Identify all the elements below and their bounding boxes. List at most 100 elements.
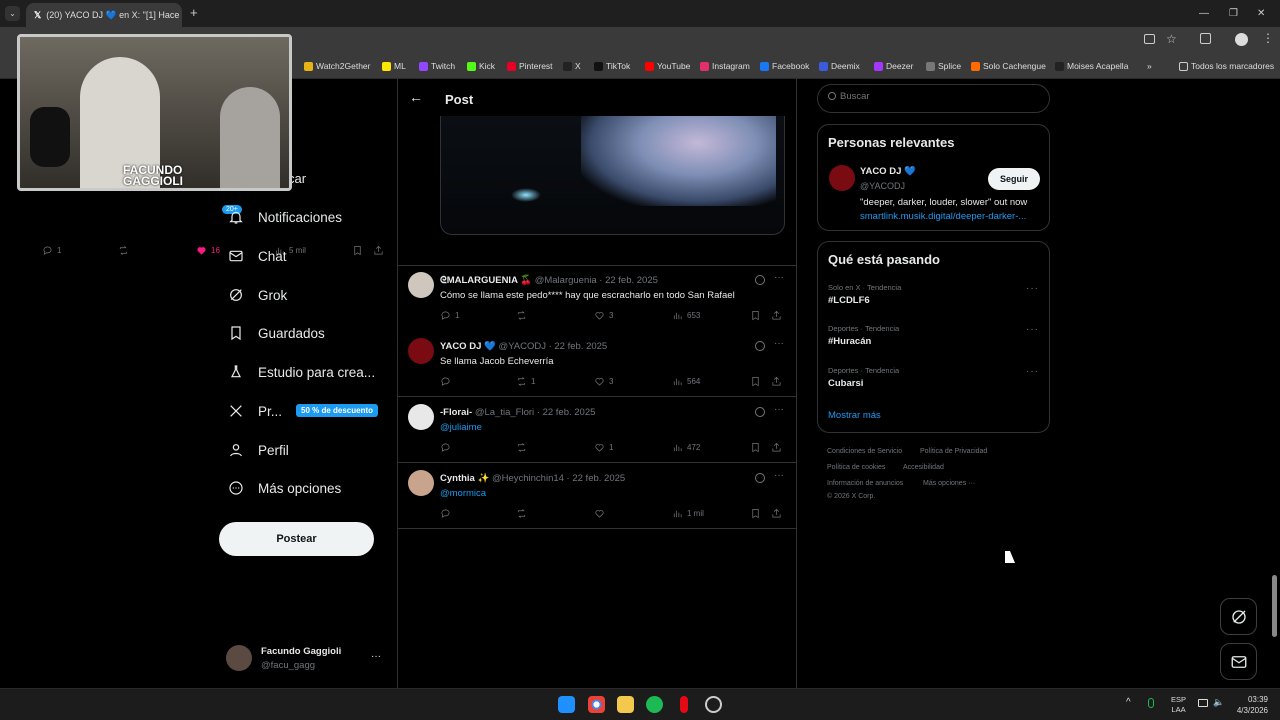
- tweet-more-icon[interactable]: ···: [774, 470, 784, 481]
- menu-icon[interactable]: ⋮: [1262, 31, 1274, 45]
- grok-float-button[interactable]: [1220, 598, 1257, 635]
- tweet-text[interactable]: @juliaime: [440, 422, 482, 433]
- bookmark-ml[interactable]: ML: [382, 61, 406, 71]
- post-media-image[interactable]: [440, 116, 785, 235]
- tweet[interactable]: ᘓMALARGUENIA 🍒 @Malarguenia · 22 feb. 20…: [398, 272, 796, 332]
- all-bookmarks[interactable]: Todos los marcadores: [1179, 61, 1274, 71]
- spotify-icon[interactable]: [646, 696, 663, 713]
- grok-explain-icon[interactable]: [755, 341, 765, 351]
- app-icon[interactable]: [705, 696, 722, 713]
- account-more-icon[interactable]: ···: [371, 651, 381, 662]
- tweet-more-icon[interactable]: ···: [774, 338, 784, 349]
- messages-float-button[interactable]: [1220, 643, 1257, 680]
- account-switcher[interactable]: Facundo Gaggioli @facu_gagg ···: [226, 645, 386, 673]
- chrome-icon[interactable]: [588, 696, 605, 713]
- grok-explain-icon[interactable]: [755, 407, 765, 417]
- footer-link[interactable]: Política de Privacidad: [920, 448, 987, 455]
- bookmark-button[interactable]: [750, 508, 761, 519]
- views-button[interactable]: 472: [672, 442, 700, 453]
- retweet-button[interactable]: 1: [516, 376, 535, 387]
- sidebar-item-grok[interactable]: Grok: [228, 287, 287, 303]
- footer-link[interactable]: Más opciones ···: [923, 480, 975, 487]
- install-icon[interactable]: [1144, 34, 1155, 44]
- retweet-button[interactable]: [516, 442, 531, 453]
- bookmark-deemix[interactable]: Deemix: [819, 61, 860, 71]
- footer-link[interactable]: Accesibilidad: [903, 464, 944, 471]
- tweet[interactable]: Cynthia ✨ @Heychinchin14 · 22 feb. 2025 …: [398, 470, 796, 530]
- post-button[interactable]: Postear: [219, 522, 374, 556]
- trend-item[interactable]: Deportes · Tendencia #Huracán: [828, 324, 899, 347]
- relevant-avatar[interactable]: [829, 165, 855, 191]
- clock[interactable]: 03:39 4/3/2026: [1232, 694, 1268, 716]
- bookmark-tiktok[interactable]: TikTok: [594, 61, 630, 71]
- tab-search-icon[interactable]: ⌄: [5, 6, 20, 21]
- file-explorer-icon[interactable]: [617, 696, 634, 713]
- share-button[interactable]: [771, 310, 782, 321]
- relevant-name[interactable]: YACO DJ 💙: [860, 166, 916, 177]
- extensions-icon[interactable]: [1200, 33, 1211, 44]
- tweet-avatar[interactable]: [408, 470, 434, 496]
- back-arrow-icon[interactable]: ←: [409, 89, 423, 105]
- show-more-link[interactable]: Mostrar más: [828, 410, 881, 421]
- like-button[interactable]: 16: [196, 245, 220, 256]
- sidebar-item-premium[interactable]: Pr...: [228, 403, 282, 419]
- retweet-button[interactable]: [516, 508, 531, 519]
- tweet-text[interactable]: @mormica: [440, 488, 486, 499]
- tweet-author[interactable]: -Florai-: [440, 407, 472, 418]
- sidebar-item-more[interactable]: Más opciones: [228, 480, 341, 496]
- footer-link[interactable]: Información de anuncios: [827, 480, 903, 487]
- new-tab-button[interactable]: +: [190, 5, 198, 20]
- reply-button[interactable]: [440, 508, 455, 519]
- grok-explain-icon[interactable]: [755, 275, 765, 285]
- sidebar-item-creator-studio[interactable]: Estudio para crea...: [228, 364, 375, 380]
- netflix-icon[interactable]: [680, 696, 688, 713]
- like-button[interactable]: [594, 508, 609, 519]
- restore-icon[interactable]: ❐: [1229, 8, 1238, 19]
- views-button[interactable]: 1 mil: [672, 508, 704, 519]
- tray-chevron-icon[interactable]: ^: [1126, 697, 1131, 708]
- trend-item[interactable]: Solo en X · Tendencia #LCDLF6: [828, 283, 901, 306]
- tweet[interactable]: -Florai- @La_tia_Flori · 22 feb. 2025 ··…: [398, 404, 796, 464]
- search-input[interactable]: [840, 91, 1040, 102]
- search-box[interactable]: [817, 84, 1050, 113]
- trend-more-icon[interactable]: ···: [1026, 283, 1039, 294]
- bookmark-pinterest[interactable]: Pinterest: [507, 61, 553, 71]
- browser-tab[interactable]: 𝕏 (20) YACO DJ 💙 en X: "[1] Hace ✕: [26, 3, 182, 27]
- bookmark-watch2gether[interactable]: Watch2Gether: [304, 61, 371, 71]
- bookmark-twitch[interactable]: Twitch: [419, 61, 455, 71]
- close-window-icon[interactable]: ✕: [1257, 8, 1265, 19]
- bookmark-button[interactable]: [750, 376, 761, 387]
- reply-button[interactable]: [440, 376, 455, 387]
- tweet-avatar[interactable]: [408, 404, 434, 430]
- tweet-avatar[interactable]: [408, 338, 434, 364]
- microphone-icon[interactable]: [1148, 698, 1154, 708]
- star-icon[interactable]: ☆: [1166, 32, 1177, 46]
- bookmark-moises-acapella[interactable]: Moises Acapella: [1055, 61, 1128, 71]
- bookmark-button[interactable]: [352, 245, 363, 256]
- language-indicator[interactable]: ESP LAA: [1171, 695, 1186, 715]
- tweet-author[interactable]: ᘓMALARGUENIA 🍒: [440, 275, 532, 286]
- windows-start-icon[interactable]: [558, 696, 575, 713]
- reply-button[interactable]: 1: [42, 245, 61, 256]
- reply-button[interactable]: [440, 442, 455, 453]
- retweet-button[interactable]: [118, 245, 129, 256]
- trend-more-icon[interactable]: ···: [1026, 324, 1039, 335]
- share-button[interactable]: [771, 508, 782, 519]
- tweet-more-icon[interactable]: ···: [774, 272, 784, 283]
- relevant-link[interactable]: smartlink.musik.digital/deeper-darker-..…: [860, 211, 1026, 222]
- bookmark-x[interactable]: X: [563, 61, 581, 71]
- footer-link[interactable]: Condiciones de Servicio: [827, 448, 902, 455]
- bookmark-deezer[interactable]: Deezer: [874, 61, 913, 71]
- bookmark-solo-cachengue[interactable]: Solo Cachengue: [971, 61, 1046, 71]
- network-icon[interactable]: [1198, 699, 1208, 707]
- retweet-button[interactable]: [516, 310, 531, 321]
- bookmarks-more[interactable]: »: [1147, 61, 1152, 71]
- like-button[interactable]: 1: [594, 442, 613, 453]
- share-button[interactable]: [771, 442, 782, 453]
- bookmark-button[interactable]: [750, 442, 761, 453]
- tweet[interactable]: YACO DJ 💙 @YACODJ · 22 feb. 2025 ··· Se …: [398, 338, 796, 398]
- like-button[interactable]: 3: [594, 376, 613, 387]
- trend-more-icon[interactable]: ···: [1026, 366, 1039, 377]
- views-button[interactable]: 653: [672, 310, 700, 321]
- tweet-avatar[interactable]: [408, 272, 434, 298]
